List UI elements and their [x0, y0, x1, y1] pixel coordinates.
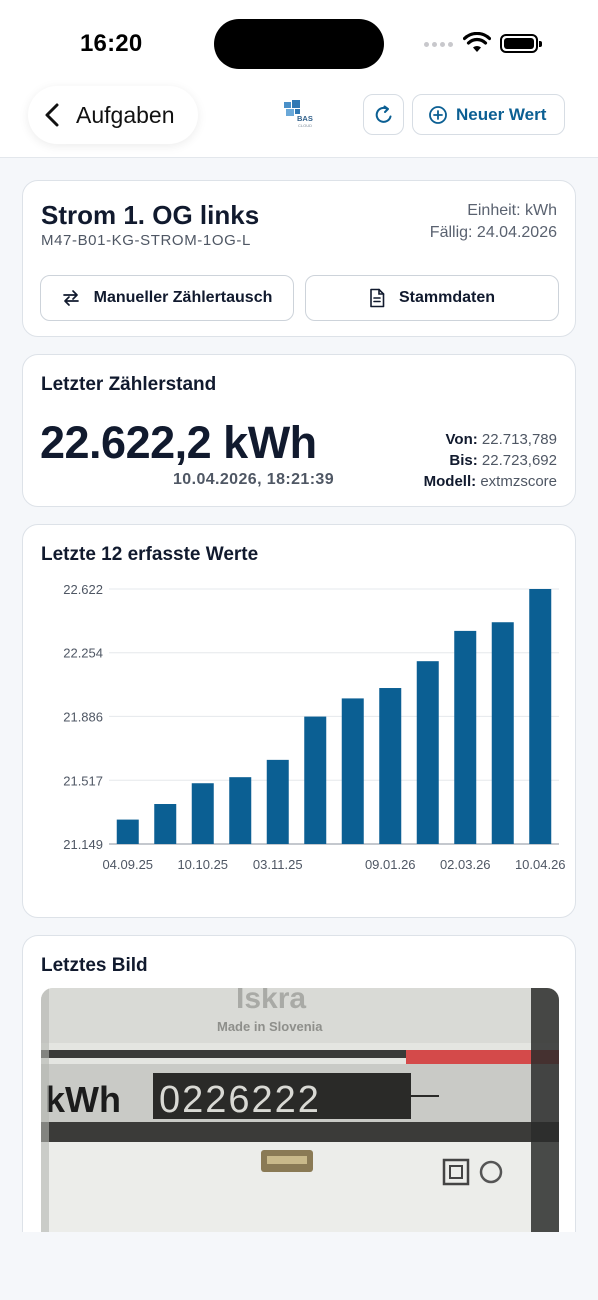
chart-bar	[454, 630, 477, 844]
reading-details: Von: 22.713,789 Bis: 22.723,692 Modell: …	[424, 429, 557, 492]
chart-bar	[191, 783, 214, 844]
meter-id: M47-B01-KG-STROM-1OG-L	[41, 232, 251, 249]
logo-subtext: CLOUD	[298, 123, 312, 128]
bis-value: 22.723,692	[481, 452, 557, 469]
meter-unit: Einheit: kWh	[467, 202, 557, 219]
von-label: Von:	[445, 431, 478, 448]
last-image-title: Letztes Bild	[41, 955, 148, 976]
x-tick-label: 09.01.26	[365, 857, 416, 872]
y-tick-label: 22.254	[63, 646, 103, 661]
navigation-bar: Aufgaben BAS CLOUD Neuer Wert	[0, 72, 598, 158]
last-reading-timestamp: 10.04.2026, 18:21:39	[173, 471, 335, 488]
back-button-label: Aufgaben	[76, 101, 175, 128]
y-tick-label: 21.149	[63, 837, 103, 852]
manual-meter-swap-label: Manueller Zählertausch	[93, 289, 273, 306]
meter-photo-drawing: Iskra Made in Slovenia kWh 0226222	[41, 988, 559, 1232]
x-tick-label: 02.03.26	[440, 857, 491, 872]
x-tick-label: 10.04.26	[515, 857, 566, 872]
manual-meter-swap-button[interactable]: Manueller Zählertausch	[40, 275, 294, 321]
last-reading-value: 22.622,2 kWh	[40, 417, 317, 468]
logo-text: BAS	[297, 114, 313, 123]
bas-cloud-logo: BAS CLOUD	[284, 100, 313, 128]
bis-label: Bis:	[449, 452, 478, 469]
chart-bar	[154, 804, 177, 844]
chart-bar	[229, 777, 252, 844]
back-button[interactable]: Aufgaben	[28, 86, 198, 144]
y-tick-label: 21.886	[63, 709, 103, 724]
document-icon	[370, 288, 385, 308]
x-tick-label: 10.10.25	[177, 857, 228, 872]
modell-value: extmzscore	[480, 473, 557, 490]
x-tick-label: 04.09.25	[102, 857, 153, 872]
refresh-button[interactable]	[363, 94, 404, 135]
x-tick-label: 03.11.25	[253, 857, 303, 872]
new-value-button[interactable]: Neuer Wert	[412, 94, 565, 135]
y-tick-label: 22.622	[63, 582, 103, 597]
meter-meta: Einheit: kWh Fällig: 24.04.2026	[430, 200, 557, 244]
chart-bar	[116, 819, 139, 844]
status-time: 16:20	[80, 30, 143, 57]
meter-card: Strom 1. OG links M47-B01-KG-STROM-1OG-L…	[22, 180, 576, 337]
chart-bar	[416, 661, 439, 844]
chart-bar	[529, 589, 552, 844]
chart-bar	[491, 622, 514, 844]
refresh-icon	[375, 105, 391, 123]
modell-label: Modell:	[423, 473, 477, 490]
meter-name: Strom 1. OG links	[41, 200, 260, 230]
chart-card: Letzte 12 erfasste Werte 22.622 22.254 21.…	[22, 524, 576, 918]
signal-icon	[424, 42, 453, 47]
plus-circle-icon	[429, 105, 447, 124]
meter-due-date: Fällig: 24.04.2026	[429, 224, 557, 241]
bottom-area	[0, 1232, 598, 1300]
chart-bar	[341, 698, 364, 844]
bar-chart: 22.622 22.254 21.886 21.517 21.149 04.09.25 10…	[63, 582, 566, 872]
last-reading-card: Letzter Zählerstand 22.622,2 kWh 10.04.2…	[22, 354, 576, 507]
master-data-button[interactable]: Stammdaten	[305, 275, 559, 321]
meter-digits: 0226222	[159, 1079, 321, 1121]
last-reading-title: Letzter Zählerstand	[41, 374, 217, 395]
von-value: 22.713,789	[481, 431, 557, 448]
status-bar: 16:20	[0, 0, 598, 72]
chart-bar	[304, 716, 327, 844]
wifi-icon	[463, 32, 491, 52]
dynamic-island	[214, 19, 384, 69]
new-value-label: Neuer Wert	[456, 104, 547, 124]
chart-title: Letzte 12 erfasste Werte	[41, 544, 259, 565]
meter-brand: Iskra	[236, 988, 306, 1015]
y-tick-label: 21.517	[63, 773, 103, 788]
master-data-label: Stammdaten	[398, 289, 496, 306]
chart-bar	[266, 759, 289, 844]
meter-photo[interactable]: Iskra Made in Slovenia kWh 0226222	[41, 988, 559, 1232]
last-image-card: Letztes Bild Iskra Made in Slovenia kWh …	[22, 935, 576, 1255]
meter-made-in: Made in Slovenia	[217, 1019, 323, 1034]
chart-bar	[379, 688, 402, 844]
chevron-left-icon	[45, 103, 59, 127]
swap-arrows-icon	[62, 290, 79, 306]
battery-icon	[500, 34, 542, 53]
meter-unit-label: kWh	[45, 1079, 121, 1120]
